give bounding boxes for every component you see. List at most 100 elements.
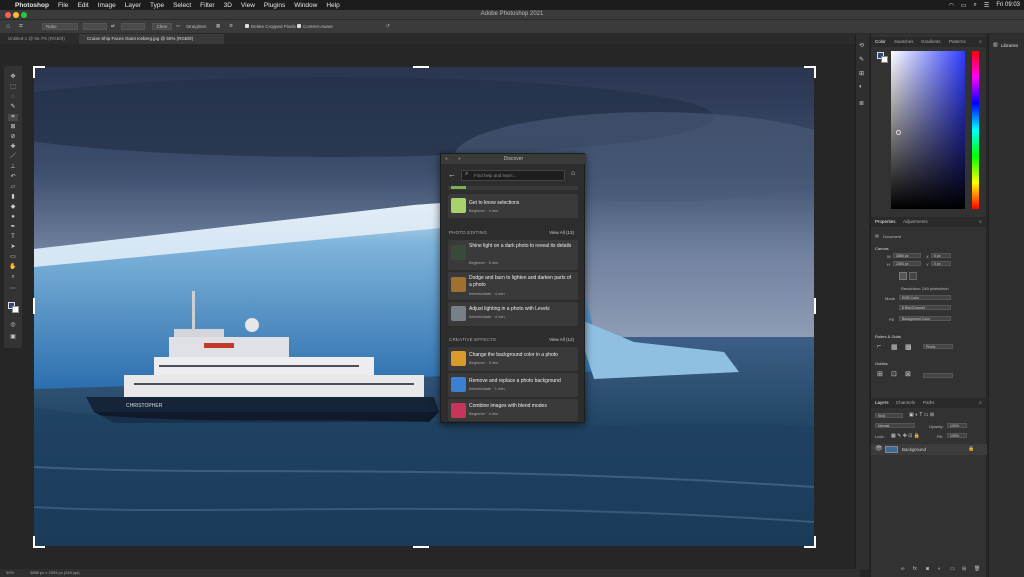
content-aware-checkbox[interactable] xyxy=(297,24,301,28)
layer-style-icon[interactable]: fx xyxy=(913,566,917,572)
clear-button[interactable]: Clear xyxy=(152,23,172,30)
rulers-grids-header[interactable]: Rulers & Grids xyxy=(875,334,901,339)
clock[interactable]: Fri 09:03 xyxy=(996,2,1020,8)
menu-app-name[interactable]: Photoshop xyxy=(15,2,49,9)
landscape-orientation-button[interactable] xyxy=(909,272,917,280)
move-tool-icon[interactable]: ✥ xyxy=(8,74,18,81)
stamp-tool-icon[interactable]: ⊥ xyxy=(8,164,18,171)
dodge-tool-icon[interactable]: ● xyxy=(8,214,18,221)
color-picker-cursor[interactable] xyxy=(896,130,901,135)
view-all-creative-effects-link[interactable]: View All (12) xyxy=(549,337,574,342)
layer-fill-input[interactable]: 100% xyxy=(947,433,967,438)
layer-background[interactable]: 👁 Background 🔒 xyxy=(871,444,987,455)
crop-tool-preset-icon[interactable]: ⌗ xyxy=(19,23,23,31)
tab-layers[interactable]: Layers xyxy=(875,398,889,408)
link-layers-icon[interactable]: ∞ xyxy=(901,566,905,572)
search-icon[interactable]: ⌕ xyxy=(974,2,977,9)
canvas-height-input[interactable]: 2393 px xyxy=(893,261,921,266)
quick-mask-icon[interactable]: ◎ xyxy=(8,322,18,329)
menu-type[interactable]: Type xyxy=(150,2,164,9)
libraries-icon[interactable]: ▥ xyxy=(993,42,998,48)
zoom-level[interactable]: 50% xyxy=(6,569,14,577)
swatches-icon[interactable]: ⊞ xyxy=(859,70,864,77)
canvas-width-input[interactable]: 3886 px xyxy=(893,253,921,258)
adjustments-icon[interactable]: ◐ xyxy=(859,84,863,90)
view-all-photo-editing-link[interactable]: View All (13) xyxy=(549,230,574,235)
type-tool-icon[interactable]: T xyxy=(8,234,18,241)
libraries-label[interactable]: Libraries xyxy=(1001,43,1018,48)
crop-handle-top-left-v[interactable] xyxy=(33,66,35,78)
delete-layer-icon[interactable]: 🗑 xyxy=(974,566,980,572)
card-shine-light[interactable]: Shine light on a dark photo to reveal it… xyxy=(448,240,578,270)
minimize-icon[interactable]: ● xyxy=(458,154,461,164)
crop-handle-right[interactable] xyxy=(814,298,816,314)
pen-tool-icon[interactable]: ✒ xyxy=(8,224,18,231)
straighten-icon[interactable]: ▭ xyxy=(176,23,180,29)
discover-search-input[interactable]: Find help and learn... xyxy=(461,170,565,181)
guides-header[interactable]: Guides xyxy=(875,361,888,366)
tab-properties[interactable]: Properties xyxy=(875,217,896,227)
card-background-color[interactable]: Change the background color in a photo B… xyxy=(448,347,578,371)
background-color-swatch[interactable] xyxy=(12,306,19,313)
panel-menu-icon[interactable]: ≡ xyxy=(979,398,982,408)
blur-tool-icon[interactable]: ◆ xyxy=(8,204,18,211)
canvas-y-input[interactable]: 0 px xyxy=(931,261,951,266)
canvas-x-input[interactable]: 0 px xyxy=(931,253,951,258)
history-brush-tool-icon[interactable]: ↶ xyxy=(8,174,18,181)
crop-handle-bottom[interactable] xyxy=(413,546,429,548)
menu-file[interactable]: File xyxy=(58,2,68,9)
lock-icons[interactable]: ▦ ✎ ✥ ⊡ 🔒 xyxy=(891,433,920,439)
close-icon[interactable]: ● xyxy=(445,154,448,164)
opacity-input[interactable]: 100% xyxy=(947,423,967,428)
menu-view[interactable]: View xyxy=(241,2,255,9)
tab-channels[interactable]: Channels xyxy=(896,398,915,408)
menu-3d[interactable]: 3D xyxy=(224,2,232,9)
menu-filter[interactable]: Filter xyxy=(200,2,214,9)
layer-kind-filter[interactable]: Kind xyxy=(875,413,903,418)
lasso-tool-icon[interactable]: ◌ xyxy=(8,94,18,101)
ruler-icon[interactable]: ⌐ xyxy=(877,343,881,350)
new-layer-icon[interactable]: ⊞ xyxy=(962,566,966,572)
more-tools-icon[interactable]: ⋯ xyxy=(8,286,18,293)
back-arrow-icon[interactable]: ← xyxy=(448,170,456,179)
crop-handle-top[interactable] xyxy=(413,66,429,68)
menu-layer[interactable]: Layer xyxy=(125,2,141,9)
menu-edit[interactable]: Edit xyxy=(77,2,88,9)
menu-select[interactable]: Select xyxy=(173,2,191,9)
screen-mode-icon[interactable]: ▣ xyxy=(8,334,18,341)
pixel-grid-icon[interactable]: ▩ xyxy=(905,343,912,351)
group-icon[interactable]: ▭ xyxy=(950,566,955,572)
fill-select[interactable]: Background Color xyxy=(899,316,951,321)
frame-tool-icon[interactable]: ⊠ xyxy=(8,124,18,131)
card-blend-modes[interactable]: Combine images with blend modes Beginner… xyxy=(448,399,578,421)
document-info[interactable]: 3886 px x 2393 px (240 ppi) xyxy=(30,569,80,577)
card-levels[interactable]: Adjust lighting in a photo with Levels I… xyxy=(448,302,578,326)
guide-layout-icon[interactable]: ⊞ xyxy=(877,370,883,378)
tab-gradients[interactable]: Gradients xyxy=(921,37,941,47)
guide-clear-icon[interactable]: ⊠ xyxy=(905,370,911,378)
brush-tool-icon[interactable]: ／ xyxy=(8,154,18,161)
card-replace-background[interactable]: Remove and replace a photo background In… xyxy=(448,373,578,397)
crop-handle-top-right-v[interactable] xyxy=(814,66,816,78)
bit-depth-select[interactable]: 8 Bits/Channel xyxy=(899,305,951,310)
ratio-select[interactable]: Ratio xyxy=(42,23,78,30)
control-center-icon[interactable]: ☰ xyxy=(984,2,989,9)
layer-name[interactable]: Background xyxy=(902,444,926,455)
previous-card-partial[interactable] xyxy=(448,186,578,190)
canvas-section-header[interactable]: Canvas xyxy=(875,246,889,251)
character-icon[interactable]: ≣ xyxy=(859,100,864,107)
healing-tool-icon[interactable]: ✚ xyxy=(8,144,18,151)
menu-plugins[interactable]: Plugins xyxy=(264,2,285,9)
eraser-tool-icon[interactable]: ▱ xyxy=(8,184,18,191)
wifi-icon[interactable]: ◠ xyxy=(949,2,954,9)
card-dodge-burn[interactable]: Dodge and burn to lighten and darken par… xyxy=(448,272,578,300)
width-input[interactable] xyxy=(83,23,107,30)
delete-cropped-checkbox[interactable] xyxy=(245,24,249,28)
mode-select[interactable]: RGB Color xyxy=(899,295,951,300)
home-icon[interactable]: ⌂ xyxy=(571,170,575,177)
marquee-tool-icon[interactable]: ⬚ xyxy=(8,84,18,91)
portrait-orientation-button[interactable] xyxy=(899,272,907,280)
zoom-tool-icon[interactable]: ⌕ xyxy=(8,274,18,281)
eyedropper-tool-icon[interactable]: ⊘ xyxy=(8,134,18,141)
swap-icon[interactable]: ⇄ xyxy=(111,23,115,29)
